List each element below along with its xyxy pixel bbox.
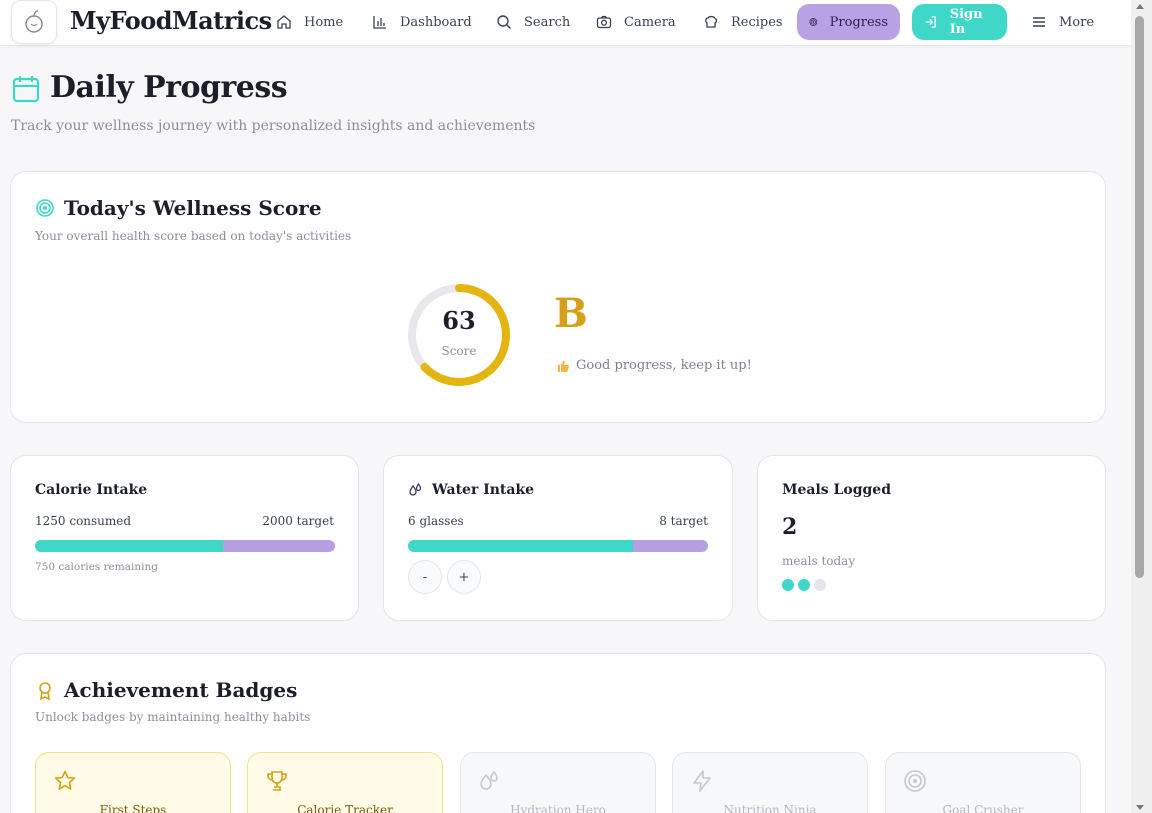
badge-calorie-tracker[interactable]: Calorie Tracker [247, 752, 443, 813]
calorie-consumed: 1250 consumed [35, 514, 132, 528]
badge-name: Calorie Tracker [297, 803, 393, 813]
nav-more[interactable]: More [1019, 4, 1106, 40]
badges-subtitle: Unlock badges by maintaining healthy hab… [35, 710, 311, 724]
badge-hydration-hero[interactable]: Hydration Hero [460, 752, 656, 813]
sign-in-button[interactable]: Sign In [912, 4, 1007, 40]
scroll-down-icon[interactable] [1136, 805, 1144, 810]
award-icon [39, 682, 51, 701]
water-target: 8 target [659, 514, 708, 528]
meals-title-text: Meals Logged [782, 482, 892, 498]
nav-home-label: Home [304, 14, 344, 30]
water-progress-fill [408, 540, 633, 552]
nav-home[interactable]: Home [264, 4, 355, 40]
badge-name: Nutrition Ninja [723, 803, 817, 813]
water-progress-bar [408, 540, 708, 552]
target-icon [809, 18, 818, 26]
nav-dashboard[interactable]: Dashboard [360, 4, 484, 40]
badge-goal-crusher[interactable]: Goal Crusher [885, 752, 1081, 813]
calorie-progress-bar [35, 540, 335, 552]
meal-dot [798, 579, 810, 591]
nav-recipes-label: Recipes [731, 14, 783, 30]
calorie-card: Calorie Intake 1250 consumed 2000 target… [10, 455, 359, 621]
meals-count: 2 [782, 514, 798, 540]
water-decrement-button[interactable]: - [408, 560, 442, 594]
trophy-icon [267, 771, 287, 791]
home-icon [277, 15, 291, 29]
wellness-title: Today's Wellness Score [64, 196, 322, 220]
page-title: Daily Progress [50, 70, 288, 105]
nav-recipes[interactable]: Recipes [691, 4, 795, 40]
calorie-title: Calorie Intake [35, 482, 147, 498]
nav-progress-label: Progress [829, 14, 888, 30]
page-scrollbar[interactable] [1131, 0, 1152, 813]
menu-icon [1033, 17, 1045, 27]
app-logo[interactable] [11, 0, 57, 44]
top-navbar: MyFoodMatrics Home Dashboard Search Came… [0, 0, 1131, 46]
water-card: Water Intake 6 glasses 8 target - + [383, 455, 733, 621]
score-label: Score [441, 344, 477, 358]
meals-label: meals today [782, 554, 856, 568]
nav-more-label: More [1059, 14, 1095, 30]
zap-icon [693, 770, 711, 792]
badge-first-steps[interactable]: First Steps [35, 752, 231, 813]
brand-name[interactable]: MyFoodMatrics [70, 6, 272, 35]
camera-icon [596, 15, 612, 29]
water-title: Water Intake [408, 482, 534, 498]
score-ring [408, 284, 510, 386]
badges-card: Achievement Badges Unlock badges by main… [10, 653, 1106, 813]
meals-card: Meals Logged 2 meals today [757, 455, 1106, 621]
score-value: 63 [442, 306, 476, 335]
droplets-icon [409, 482, 422, 496]
target-icon [904, 770, 926, 792]
calendar-icon [12, 76, 40, 103]
badge-name: Goal Crusher [942, 803, 1024, 813]
droplets-icon [480, 770, 498, 790]
scroll-up-icon[interactable] [1136, 4, 1144, 9]
meals-title: Meals Logged [782, 482, 891, 498]
grade-message-text: Good progress, keep it up! [576, 358, 752, 373]
calorie-remaining: 750 calories remaining [35, 561, 158, 573]
scroll-thumb[interactable] [1135, 16, 1144, 578]
sign-in-label: Sign In [949, 7, 983, 37]
nav-camera-label: Camera [624, 14, 676, 30]
meal-dot [782, 579, 794, 591]
chef-hat-icon [705, 15, 718, 28]
target-icon [36, 199, 54, 217]
sign-in-icon [925, 16, 936, 28]
thumbs-up-icon [558, 360, 569, 372]
page-subtitle: Track your wellness journey with persona… [11, 118, 536, 134]
bar-chart-icon [373, 16, 386, 29]
water-title-text: Water Intake [432, 482, 535, 498]
nav-camera[interactable]: Camera [584, 4, 688, 40]
wellness-subtitle: Your overall health score based on today… [35, 229, 352, 243]
grade-message: Good progress, keep it up! [556, 358, 752, 373]
calorie-title-text: Calorie Intake [35, 482, 148, 498]
star-icon [54, 770, 76, 790]
badge-name: Hydration Hero [510, 803, 606, 813]
nav-search[interactable]: Search [484, 4, 582, 40]
badges-title: Achievement Badges [64, 678, 298, 702]
badge-name: First Steps [99, 803, 167, 813]
calorie-target: 2000 target [262, 514, 334, 528]
nav-search-label: Search [524, 14, 571, 30]
wellness-grade: B [554, 290, 588, 337]
meal-dot [814, 579, 826, 591]
water-increment-button[interactable]: + [447, 560, 481, 594]
badge-nutrition-ninja[interactable]: Nutrition Ninja [672, 752, 868, 813]
search-icon [497, 15, 511, 29]
water-glasses: 6 glasses [408, 514, 464, 528]
nav-dashboard-label: Dashboard [400, 14, 472, 30]
wellness-card: Today's Wellness Score Your overall heal… [10, 171, 1106, 423]
nav-progress[interactable]: Progress [797, 4, 900, 40]
apple-logo-icon [25, 10, 43, 33]
calorie-progress-fill [35, 540, 223, 552]
